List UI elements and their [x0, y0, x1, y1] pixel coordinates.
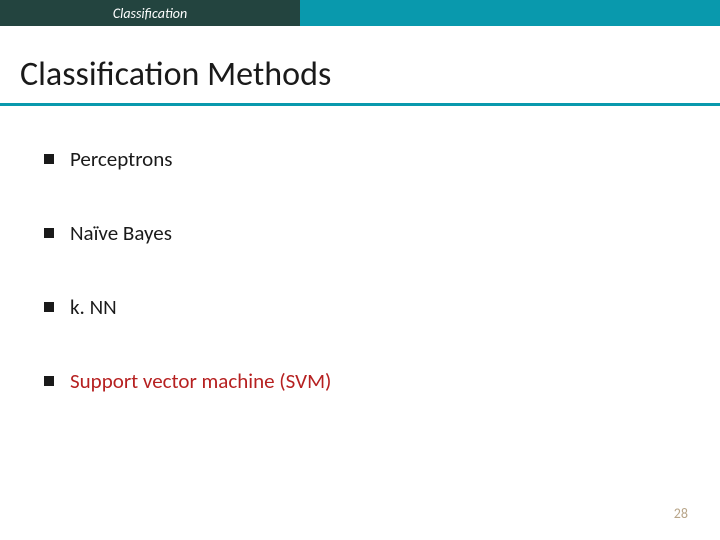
slide-content: Perceptrons Naïve Bayes k. NN Support ve… — [0, 106, 720, 462]
bullet-item: Naïve Bayes — [44, 220, 676, 246]
title-area: Classification Methods — [0, 26, 720, 103]
square-bullet-icon — [44, 376, 54, 386]
bullet-item: k. NN — [44, 294, 676, 320]
bullet-item: Perceptrons — [44, 146, 676, 172]
square-bullet-icon — [44, 228, 54, 238]
page-number: 28 — [674, 505, 688, 522]
bullet-text: k. NN — [70, 294, 117, 320]
slide-title: Classification Methods — [20, 54, 700, 95]
square-bullet-icon — [44, 154, 54, 164]
section-tab-label: Classification — [113, 5, 187, 22]
bullet-text: Support vector machine (SVM) — [70, 368, 331, 394]
top-bar: Classification — [0, 0, 720, 26]
bullet-item: Support vector machine (SVM) — [44, 368, 676, 394]
top-bar-accent — [300, 0, 720, 26]
square-bullet-icon — [44, 302, 54, 312]
section-tab: Classification — [0, 0, 300, 26]
bullet-text: Naïve Bayes — [70, 220, 172, 246]
bullet-text: Perceptrons — [70, 146, 173, 172]
